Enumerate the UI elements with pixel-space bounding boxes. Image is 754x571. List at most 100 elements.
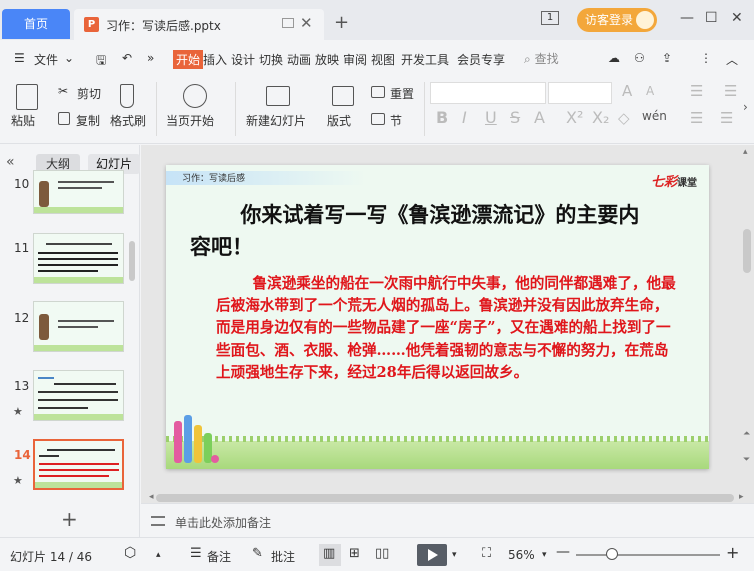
comment-icon[interactable]: ✎	[252, 546, 263, 561]
section-button[interactable]: 节	[390, 112, 402, 129]
bullet-list-icon[interactable]: ☰	[690, 82, 703, 100]
menu-tab-transitions[interactable]: 切换	[259, 51, 283, 68]
slide-thumbnail[interactable]	[33, 170, 124, 214]
monitor-icon[interactable]	[282, 18, 294, 28]
copy-icon[interactable]	[58, 112, 70, 125]
collapse-ribbon-icon[interactable]: ︿	[726, 51, 738, 68]
menu-tab-insert[interactable]: 插入	[203, 51, 227, 68]
font-size-select[interactable]	[548, 82, 612, 104]
close-tab-icon[interactable]: ✕	[300, 14, 313, 32]
new-slide-button[interactable]: 新建幻灯片	[246, 112, 306, 129]
format-painter-button[interactable]: 格式刷	[110, 112, 146, 129]
scissors-icon[interactable]: ✂	[58, 84, 68, 98]
undo-icon[interactable]: ↶	[122, 51, 132, 65]
reset-button[interactable]: 重置	[390, 85, 414, 102]
more-quick-icon[interactable]: »	[147, 51, 154, 65]
comments-button[interactable]: 批注	[271, 548, 295, 565]
slide-title[interactable]: 你来试着写一写《鲁滨逊漂流记》的主要内容吧！	[190, 199, 660, 263]
hamburger-icon[interactable]: ☰	[14, 51, 25, 65]
scroll-left-icon[interactable]: ◂	[149, 492, 154, 502]
zoom-out-icon[interactable]: —	[556, 544, 570, 560]
paste-icon[interactable]	[16, 84, 38, 110]
chevron-down-icon[interactable]: ⌄	[64, 51, 74, 65]
layout-button[interactable]: 版式	[327, 112, 351, 129]
new-tab-button[interactable]: +	[334, 12, 349, 33]
slide-thumbnail[interactable]	[33, 233, 124, 284]
fit-window-icon[interactable]: ⛶	[482, 546, 491, 561]
align-center-icon[interactable]: ☰	[720, 109, 733, 127]
bold-icon[interactable]: B	[436, 108, 448, 127]
home-tab[interactable]: 首页	[2, 9, 70, 39]
window-count-badge[interactable]: 1	[541, 11, 559, 25]
menu-tab-animations[interactable]: 动画	[287, 51, 311, 68]
scroll-up-icon[interactable]: ▴	[743, 147, 748, 157]
slide-body-text[interactable]: 鲁滨逊乘坐的船在一次雨中航行中失事，他的同伴都遇难了，他最后被海水带到了一个荒无…	[216, 273, 676, 384]
add-slide-button[interactable]: +	[61, 507, 78, 531]
cube-icon[interactable]: ⬡	[124, 545, 136, 561]
superscript-icon[interactable]: X²	[566, 108, 583, 127]
next-slide-icon[interactable]: ⏷	[743, 455, 750, 465]
thumbnail-scrollbar[interactable]	[129, 241, 135, 281]
reading-view-icon[interactable]: ▯▯	[375, 546, 389, 561]
horizontal-scrollbar[interactable]	[156, 494, 734, 502]
notes-bar[interactable]: 单击此处添加备注	[141, 503, 754, 537]
format-painter-icon[interactable]	[120, 84, 134, 108]
vertical-scrollbar[interactable]	[743, 229, 751, 273]
user-share-icon[interactable]: ⚇	[634, 51, 645, 65]
play-from-current-button[interactable]: 当页开始	[166, 112, 214, 129]
document-tab[interactable]: P 习作：写读后感.pptx ✕	[74, 9, 324, 40]
collapse-pane-icon[interactable]: «	[6, 154, 15, 170]
zoom-options-chevron-icon[interactable]: ▾	[542, 550, 547, 560]
paste-button[interactable]: 粘贴	[11, 112, 35, 129]
copy-button[interactable]: 复制	[76, 112, 100, 129]
font-color-icon[interactable]: A	[534, 108, 545, 127]
slide-thumbnail-selected[interactable]	[33, 439, 124, 490]
menu-file[interactable]: 文件	[34, 51, 58, 68]
italic-icon[interactable]: I	[462, 108, 467, 127]
menu-tab-review[interactable]: 审阅	[343, 51, 367, 68]
layout-icon[interactable]	[332, 86, 354, 106]
new-slide-icon[interactable]	[266, 86, 290, 106]
font-grow-icon[interactable]: A	[622, 82, 632, 100]
menu-tab-developer[interactable]: 开发工具	[401, 51, 449, 68]
slide-sorter-icon[interactable]: ⊞	[349, 546, 360, 561]
ribbon-scroll-right-icon[interactable]: ›	[743, 100, 748, 114]
maximize-icon[interactable]: ☐	[705, 10, 718, 26]
menu-tab-slideshow[interactable]: 放映	[315, 51, 339, 68]
previous-slide-icon[interactable]: ⏶	[743, 429, 750, 439]
close-window-icon[interactable]: ✕	[731, 10, 743, 26]
section-icon[interactable]	[371, 113, 385, 125]
play-circle-icon[interactable]	[183, 84, 207, 108]
clear-format-icon[interactable]: ◇	[618, 109, 630, 127]
menu-tab-home[interactable]: 开始	[173, 50, 204, 69]
font-shrink-icon[interactable]: A	[646, 84, 654, 98]
play-options-chevron-icon[interactable]: ▾	[452, 550, 457, 560]
guest-login-button[interactable]: 访客登录	[577, 8, 657, 32]
minimize-icon[interactable]: —	[680, 10, 694, 26]
underline-icon[interactable]: U	[485, 108, 497, 127]
numbered-list-icon[interactable]: ☰	[724, 82, 737, 100]
search-input[interactable]: ⌕ 查找	[524, 50, 559, 67]
current-slide[interactable]: 习作：写读后感 七彩课堂 你来试着写一写《鲁滨逊漂流记》的主要内容吧！ 鲁滨逊乘…	[166, 165, 709, 469]
strikethrough-icon[interactable]: S	[510, 108, 520, 127]
subscript-icon[interactable]: X₂	[592, 108, 609, 127]
zoom-level[interactable]: 56%	[508, 548, 535, 562]
slide-thumbnail[interactable]	[33, 370, 124, 421]
menu-tab-view[interactable]: 视图	[371, 51, 395, 68]
zoom-in-icon[interactable]: +	[726, 543, 739, 562]
share-icon[interactable]: ⇪	[662, 51, 672, 65]
reset-icon[interactable]	[371, 86, 385, 98]
menu-tab-design[interactable]: 设计	[231, 51, 255, 68]
phonetic-guide-icon[interactable]: wén	[642, 109, 667, 123]
scroll-right-icon[interactable]: ▸	[739, 492, 744, 502]
slideshow-play-button[interactable]	[417, 544, 447, 566]
zoom-slider-handle[interactable]	[606, 548, 618, 560]
cloud-sync-icon[interactable]: ☁	[608, 51, 620, 65]
chevron-up-icon[interactable]: ▴	[156, 550, 161, 560]
menu-tab-member[interactable]: 会员专享	[457, 51, 505, 68]
cut-button[interactable]: 剪切	[77, 85, 101, 102]
more-menu-icon[interactable]: ⋮	[700, 51, 712, 65]
zoom-slider-track[interactable]	[576, 554, 720, 556]
font-name-select[interactable]	[430, 82, 546, 104]
align-left-icon[interactable]: ☰	[690, 109, 703, 127]
